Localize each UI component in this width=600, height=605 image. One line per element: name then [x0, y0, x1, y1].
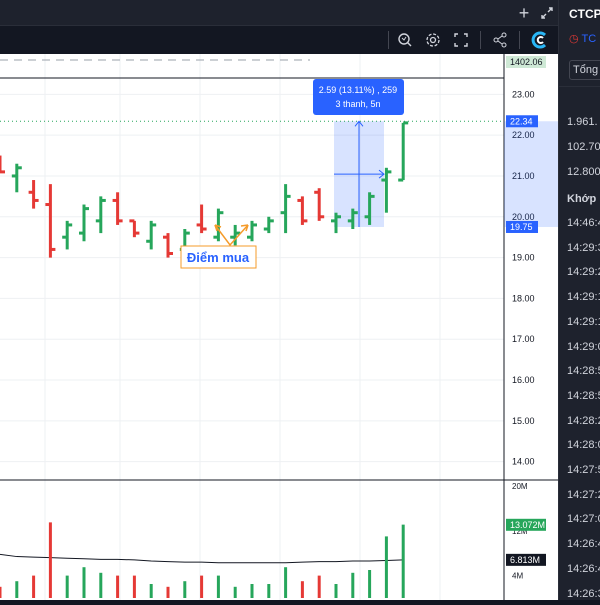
quick-search-icon[interactable] — [396, 31, 414, 49]
match-time: 14:27:0 — [567, 513, 600, 526]
clock-icon: ◷ — [569, 33, 579, 45]
price-chart[interactable]: 23.0022.0021.0020.0019.0018.0017.0016.00… — [0, 54, 558, 600]
match-time: 14:27:2 — [567, 488, 600, 501]
match-time: 14:26:3 — [567, 587, 600, 600]
indicator-value: 1402.06 — [510, 57, 543, 67]
brand-icon[interactable] — [530, 30, 550, 50]
chart-tab-bar: + — [0, 0, 558, 25]
match-time: 14:29:3 — [567, 241, 600, 254]
low-price-tag: 19.75 — [510, 222, 533, 232]
volume-tag-green: 13.072M — [510, 520, 545, 530]
price-tick-label: 18.00 — [512, 293, 535, 303]
match-time: 14:26:4 — [567, 562, 600, 575]
measure-tooltip-line2: 3 thanh, 5n — [335, 99, 380, 109]
volume-ma-line — [0, 553, 404, 564]
plus-icon[interactable]: + — [515, 3, 533, 23]
price-tick-label: 15.00 — [512, 416, 535, 426]
match-time: 14:29:2 — [567, 266, 600, 279]
toolbar-divider — [388, 31, 389, 49]
match-time: 14:26:4 — [567, 538, 600, 551]
match-time: 14:28:2 — [567, 414, 600, 427]
settings-icon[interactable] — [424, 31, 442, 49]
stat-value: 102.70 — [567, 141, 600, 153]
toolbar-divider — [480, 31, 481, 49]
price-tick-label: 19.00 — [512, 253, 535, 263]
fullscreen-icon[interactable] — [538, 4, 556, 22]
fullscreen-icon[interactable] — [452, 31, 470, 49]
match-time: 14:28:0 — [567, 439, 600, 452]
reference-label: ◷ TC — [569, 32, 596, 45]
match-time: 14:29:1 — [567, 291, 600, 304]
stat-value: 12.800 — [567, 166, 600, 178]
share-icon[interactable] — [491, 31, 509, 49]
volume-tick-label: 20M — [512, 482, 528, 491]
match-time: 14:28:5 — [567, 365, 600, 378]
volume-tick-label: 4M — [512, 572, 523, 581]
volume-ma-path — [0, 553, 404, 564]
match-time: 14:27:5 — [567, 464, 600, 476]
match-header: Khớp — [567, 193, 597, 205]
toolbar-divider — [519, 31, 520, 49]
chart-toolbar — [0, 25, 558, 55]
panel-divider — [559, 86, 600, 87]
stat-value: 1.961. — [567, 116, 598, 128]
match-time: 14:29:0 — [567, 340, 600, 353]
buy-arrows — [214, 224, 249, 247]
stock-title: CTCP — [569, 7, 600, 21]
price-tick-label: 14.00 — [512, 457, 535, 467]
reference-text: TC — [581, 33, 597, 45]
price-tick-label: 16.00 — [512, 375, 535, 385]
chart-grid — [0, 54, 558, 600]
chart-area[interactable]: 23.00 22.00 21.00 20.00 19.00 18.00 17.00 16.00… — [0, 54, 558, 600]
match-time: 14:29:1 — [567, 315, 600, 328]
measure-tooltip-line1: 2.59 (13.11%) , 259 — [319, 85, 397, 95]
buy-annotation-label: Điểm mua — [187, 250, 250, 265]
measure-axis-highlight — [504, 121, 558, 227]
volume-tag-black: 6.813M — [510, 555, 540, 565]
match-time: 14:28:5 — [567, 389, 600, 402]
total-button[interactable]: Tổng — [569, 60, 600, 80]
price-tick-label: 23.00 — [512, 89, 535, 99]
last-price-tag: 22.34 — [510, 116, 533, 126]
match-time: 14:46:4 — [567, 217, 600, 229]
order-book-panel: CTCP ◷ TC Tổng 1.961. 102.70 12.800 Khớp 1… — [558, 0, 600, 600]
price-tick-label: 17.00 — [512, 334, 535, 344]
